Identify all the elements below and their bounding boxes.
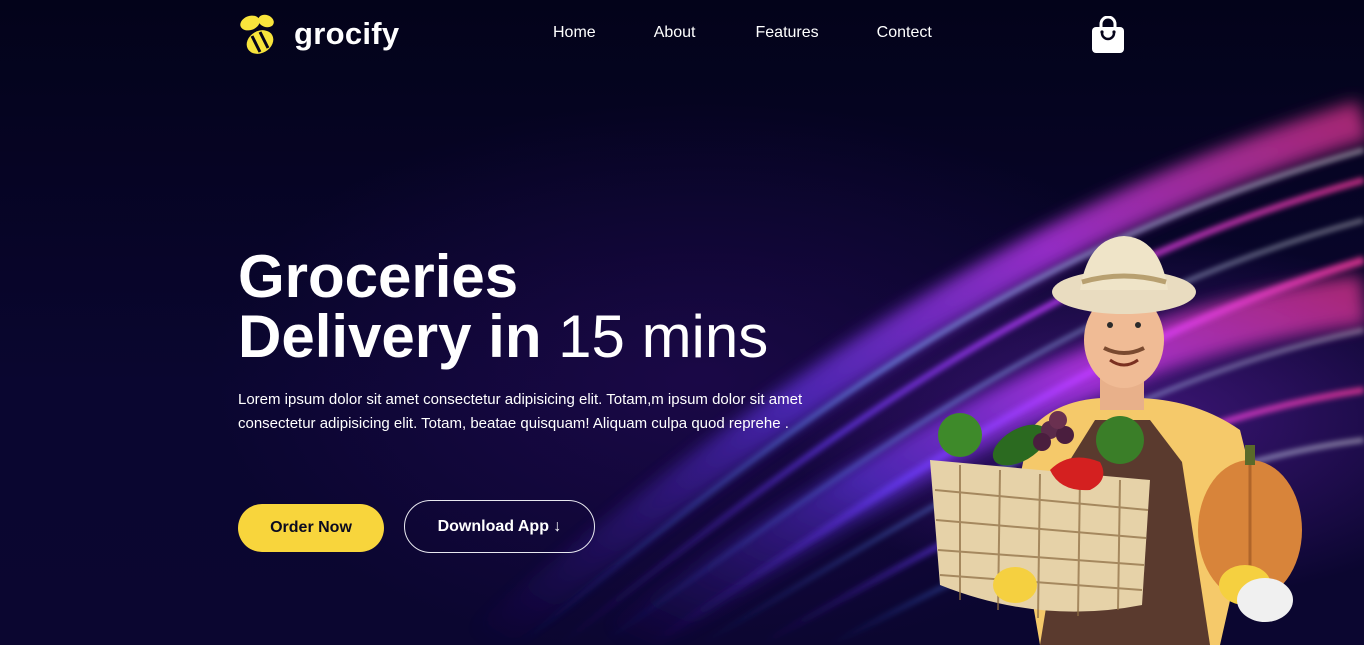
brand-logo[interactable]: grocify — [238, 12, 399, 56]
order-now-button[interactable]: Order Now — [238, 504, 384, 552]
nav-menu: Home About Features Contect — [553, 24, 990, 42]
bee-icon — [240, 14, 274, 54]
hero-description: Lorem ipsum dolor sit amet consectetur a… — [238, 391, 803, 432]
hero-title-line2-light: 15 mins — [558, 303, 769, 370]
top-navbar: grocify Home About Features Contect — [0, 0, 1364, 70]
hero-title-line2-bold: Delivery in — [238, 303, 542, 370]
nav-home[interactable]: Home — [553, 24, 596, 42]
hero-title: Groceries Delivery in 15 mins — [238, 247, 768, 367]
hero-title-line1: Groceries — [238, 243, 519, 310]
download-app-button[interactable]: Download App ↓ — [404, 500, 595, 553]
nav-contact[interactable]: Contect — [877, 24, 932, 42]
brand-name: grocify — [294, 16, 400, 51]
nav-features[interactable]: Features — [756, 24, 819, 42]
nav-about[interactable]: About — [654, 24, 696, 42]
shopping-bag-icon[interactable] — [1091, 16, 1125, 54]
farmer-with-vegetables-image — [930, 236, 1302, 645]
